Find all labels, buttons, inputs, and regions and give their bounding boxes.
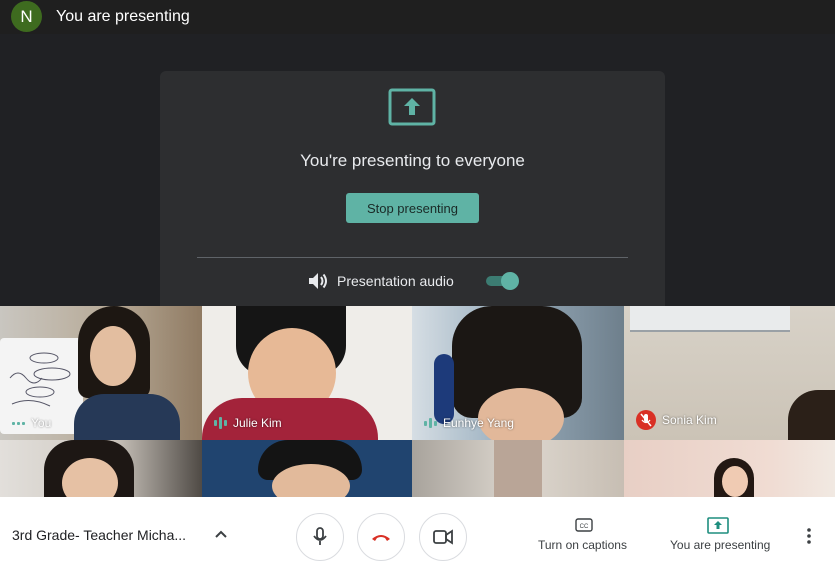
camera-button[interactable] — [419, 513, 467, 561]
present-screen-icon[interactable] — [707, 517, 729, 534]
participant-tile-you[interactable]: You — [0, 306, 202, 440]
participant-tile[interactable] — [202, 440, 412, 497]
toggle-knob — [501, 272, 519, 290]
bottom-control-bar: 3rd Grade- Teacher Micha... CC Turn on c… — [0, 497, 835, 572]
stop-presenting-button[interactable]: Stop presenting — [346, 193, 479, 223]
leave-call-button[interactable] — [357, 513, 405, 561]
participant-tile[interactable] — [412, 440, 624, 497]
microphone-button[interactable] — [296, 513, 344, 561]
wall-picture — [630, 306, 790, 332]
hang-up-icon — [372, 535, 390, 541]
face — [478, 388, 564, 440]
presenting-panel: You're presenting to everyone Stop prese… — [160, 71, 665, 322]
presentation-audio-toggle[interactable] — [486, 272, 519, 290]
participant-name: Julie Kim — [233, 416, 282, 430]
top-bar: N You are presenting — [0, 0, 835, 34]
face — [90, 326, 136, 386]
participant-name: You — [31, 416, 52, 430]
participant-name-tag: Eunhye Yang — [424, 416, 514, 430]
presentation-stage: You're presenting to everyone Stop prese… — [0, 34, 835, 322]
avatar[interactable]: N — [11, 1, 42, 32]
headphone — [434, 354, 454, 424]
speaker-icon — [309, 273, 327, 289]
participant-name-tag: Sonia Kim — [636, 410, 717, 430]
participant-name-tag: You — [12, 416, 51, 430]
participant-name-tag: Julie Kim — [214, 416, 282, 430]
face — [722, 466, 748, 497]
more-options-icon[interactable] — [805, 527, 813, 545]
presenting-message: You're presenting to everyone — [300, 151, 525, 170]
divider — [197, 257, 628, 258]
participant-tile-sonia-kim[interactable]: Sonia Kim — [624, 306, 835, 440]
captions-icon[interactable]: CC — [575, 518, 593, 532]
speaking-indicator-icon — [12, 421, 25, 425]
participant-tile-julie-kim[interactable]: Julie Kim — [202, 306, 412, 440]
shirt — [74, 394, 180, 440]
blurred-figure — [494, 440, 542, 497]
speaking-indicator-icon — [424, 418, 437, 428]
microphone-icon — [313, 527, 327, 545]
participant-name: Sonia Kim — [662, 413, 717, 427]
participant-tile[interactable] — [0, 440, 202, 497]
present-screen-icon — [388, 88, 436, 126]
presenting-status-title: You are presenting — [56, 8, 190, 25]
participant-name: Eunhye Yang — [443, 416, 514, 430]
video-camera-icon — [433, 529, 453, 545]
presenting-button-label[interactable]: You are presenting — [670, 538, 770, 552]
chevron-up-icon[interactable] — [212, 525, 230, 543]
hair — [788, 390, 835, 440]
presentation-audio-label: Presentation audio — [337, 273, 454, 289]
meeting-title[interactable]: 3rd Grade- Teacher Micha... — [12, 527, 186, 543]
participant-tile[interactable] — [624, 440, 835, 497]
speaking-indicator-icon — [214, 417, 227, 429]
captions-button-label[interactable]: Turn on captions — [538, 538, 627, 552]
mic-off-icon — [636, 410, 656, 430]
participant-tile-eunhye-yang[interactable]: Eunhye Yang — [412, 306, 624, 440]
svg-text:CC: CC — [580, 524, 589, 530]
